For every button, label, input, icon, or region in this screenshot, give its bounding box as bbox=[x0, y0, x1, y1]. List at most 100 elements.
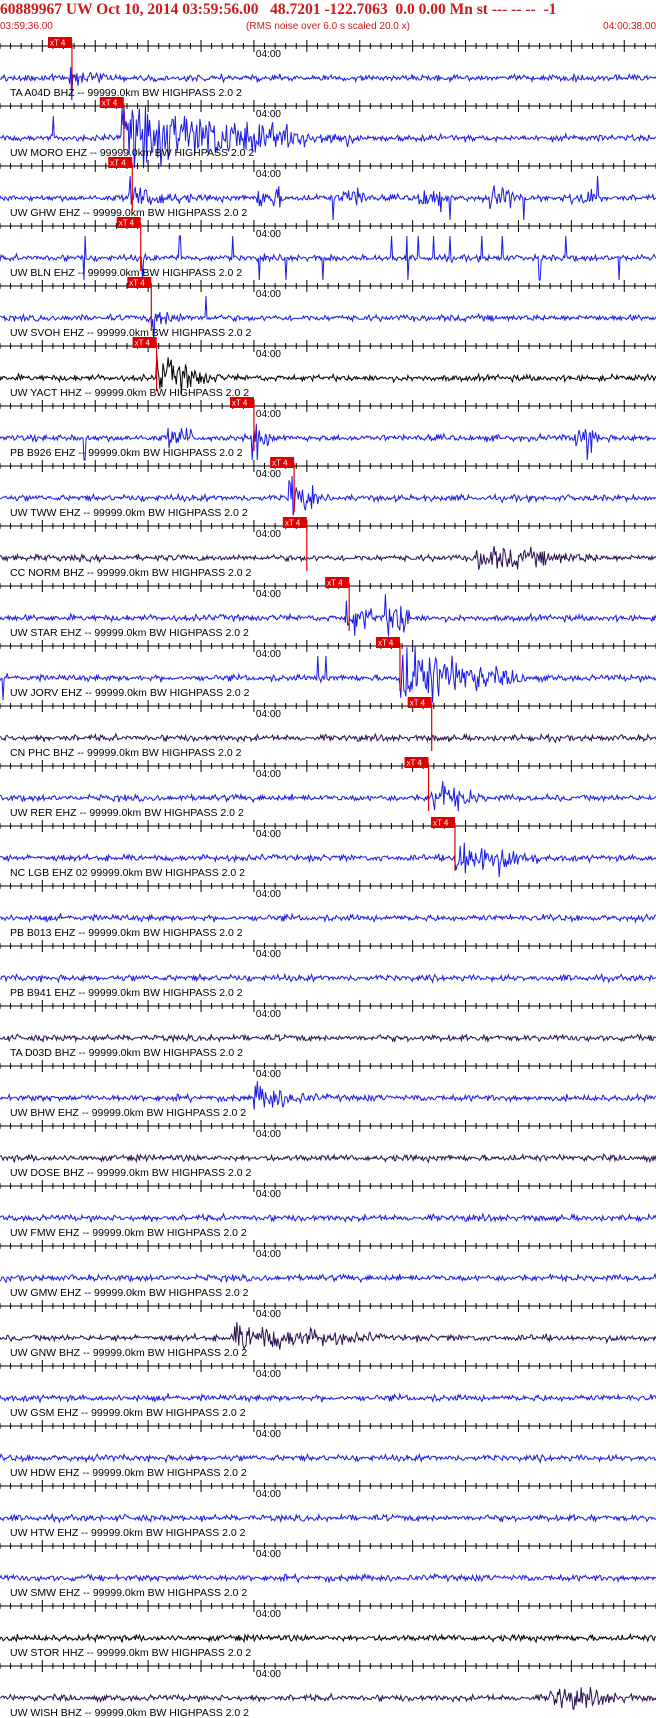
pick-label: xT 4 bbox=[135, 339, 151, 348]
trace-row: 04:00 xT 4 UW YACT HHZ -- 99999.0km BW HIG… bbox=[0, 337, 656, 399]
station-label: UW RER EHZ -- 99999.0km BW HIGHPASS 2.0 … bbox=[10, 807, 244, 819]
pick-label: xT 4 bbox=[410, 699, 426, 708]
pick-label: xT 4 bbox=[119, 219, 135, 228]
seismogram-trace bbox=[0, 1452, 656, 1464]
tick-label: 04:00 bbox=[256, 1069, 281, 1080]
station-label: UW SMW EHZ -- 99999.0km BW HIGHPASS 2.0 … bbox=[10, 1587, 247, 1599]
trace-row: 04:00 UW STOR HHZ -- 99999.0km BW HIGHPAS… bbox=[0, 1600, 656, 1659]
seismogram-trace bbox=[0, 972, 656, 984]
seismogram-trace bbox=[0, 1272, 656, 1284]
pick-label: xT 4 bbox=[129, 279, 145, 288]
station-label: PB B013 EHZ -- 99999.0km BW HIGHPASS 2.0… bbox=[10, 927, 243, 939]
tick-label: 04:00 bbox=[256, 769, 281, 780]
tick-label: 04:00 bbox=[256, 589, 281, 600]
tick-label: 04:00 bbox=[256, 1009, 281, 1020]
tick-label: 04:00 bbox=[256, 1429, 281, 1440]
tick-label: 04:00 bbox=[256, 49, 281, 60]
seismogram-trace bbox=[0, 1032, 656, 1044]
trace-row: 04:00 UW SMW EHZ -- 99999.0km BW HIGHPASS… bbox=[0, 1540, 656, 1599]
trace-row: 04:00 UW GSM EHZ -- 99999.0km BW HIGHPASS… bbox=[0, 1360, 656, 1419]
pick-label: xT 4 bbox=[285, 519, 301, 528]
station-label: PB B941 EHZ -- 99999.0km BW HIGHPASS 2.0… bbox=[10, 987, 243, 999]
trace-row: 04:00xT 4UW GHW EHZ -- 99999.0km BW HIGH… bbox=[0, 157, 656, 221]
tick-label: 04:00 bbox=[256, 1249, 281, 1260]
pick-label: xT 4 bbox=[232, 399, 248, 408]
tick-label: 04:00 bbox=[256, 1669, 281, 1680]
pick-label: xT 4 bbox=[407, 759, 423, 768]
trace-row: 04:00 xT 4 UW BLN EHZ -- 99999.0km BW HIGH… bbox=[0, 217, 656, 281]
trace-row: 04:00 UW GMW EHZ -- 99999.0km BW HIGHPASS… bbox=[0, 1240, 656, 1299]
station-label: UW BLN EHZ -- 99999.0km BW HIGHPASS 2.0 … bbox=[10, 267, 242, 279]
seismogram-trace bbox=[0, 1081, 656, 1110]
tick-label: 04:00 bbox=[256, 1369, 281, 1380]
tick-label: 04:00 bbox=[256, 889, 281, 900]
trace-row: 04:00 xT 4 CC NORM BHZ -- 99999.0km BW HIG… bbox=[0, 517, 656, 579]
station-label: TA D03D BHZ -- 99999.0km BW HIGHPASS 2.0… bbox=[10, 1047, 243, 1059]
end-time: 04:00:38.00 bbox=[603, 21, 656, 32]
seismogram-trace bbox=[0, 1152, 656, 1164]
trace-row: 04:00xT 4UW MORO EHZ -- 99999.0km BW HIG… bbox=[0, 97, 656, 169]
tick-label: 04:00 bbox=[256, 409, 281, 420]
trace-row: 04:00 xT 4 UW RER EHZ -- 99999.0km BW HIGH… bbox=[0, 757, 656, 819]
station-label: CC NORM BHZ -- 99999.0km BW HIGHPASS 2.0… bbox=[10, 567, 252, 579]
seismogram-trace bbox=[0, 1572, 656, 1584]
station-label: UW SVOH EHZ -- 99999.0km BW HIGHPASS 2.0… bbox=[10, 327, 252, 339]
station-label: UW JORV EHZ -- 99999.0km BW HIGHPASS 2.0… bbox=[10, 687, 250, 699]
pick-label: xT 4 bbox=[102, 99, 118, 108]
pick-label: xT 4 bbox=[433, 819, 449, 828]
tick-label: 04:00 bbox=[256, 1129, 281, 1140]
scaling-note: (RMS noise over 6.0 s scaled 20.0 x) bbox=[246, 21, 410, 32]
tick-label: 04:00 bbox=[256, 649, 281, 660]
seismogram-trace bbox=[0, 732, 656, 744]
trace-row: 04:00 PB B013 EHZ -- 99999.0km BW HIGHPAS… bbox=[0, 880, 656, 939]
trace-row: 04:00xT 4 UW TWW EHZ -- 99999.0km BW HIGH… bbox=[0, 457, 656, 519]
tick-label: 04:00 bbox=[256, 349, 281, 360]
trace-row: 04:00 xT 4 UW JORV EHZ -- 99999.0km BW HIG… bbox=[0, 637, 656, 703]
trace-row: 04:00 UW BHW EHZ -- 99999.0km BW HIGHPASS… bbox=[0, 1060, 656, 1119]
tick-label: 04:00 bbox=[256, 829, 281, 840]
tick-label: 04:00 bbox=[256, 949, 281, 960]
station-label: UW BHW EHZ -- 99999.0km BW HIGHPASS 2.0 … bbox=[10, 1107, 246, 1119]
trace-row: 04:00 TA D03D BHZ -- 99999.0km BW HIGHPAS… bbox=[0, 1000, 656, 1059]
station-label: UW YACT HHZ -- 99999.0km BW HIGHPASS 2.0… bbox=[10, 387, 249, 399]
seismogram-trace bbox=[0, 1392, 656, 1404]
pick-label: xT 4 bbox=[272, 459, 288, 468]
station-label: UW TWW EHZ -- 99999.0km BW HIGHPASS 2.0 … bbox=[10, 507, 248, 519]
trace-row: 04:00 xT 4 NC LGB EHZ 02 99999.0km BW HIGH… bbox=[0, 817, 656, 879]
station-label: UW HDW EHZ -- 99999.0km BW HIGHPASS 2.0 … bbox=[10, 1467, 247, 1479]
tick-label: 04:00 bbox=[256, 709, 281, 720]
tick-label: 04:00 bbox=[256, 1549, 281, 1560]
station-label: UW GMW EHZ -- 99999.0km BW HIGHPASS 2.0 … bbox=[10, 1287, 249, 1299]
trace-row: 04:00 UW HDW EHZ -- 99999.0km BW HIGHPASS… bbox=[0, 1420, 656, 1479]
trace-row: 04:00 xT 4 PB B926 EHZ -- 99999.0km BW HIG… bbox=[0, 397, 656, 461]
tick-label: 04:00 bbox=[256, 169, 281, 180]
trace-row: 04:00 UW WISH BHZ -- 99999.0km BW HIGHPAS… bbox=[0, 1660, 656, 1718]
station-label: UW STAR EHZ -- 99999.0km BW HIGHPASS 2.0… bbox=[10, 627, 249, 639]
trace-row: 04:00 xT 4 UW SVOH EHZ -- 99999.0km BW HIG… bbox=[0, 277, 656, 341]
seismogram-plot: 04:00xT 4TA A04D BHZ -- 99999.0km BW HIG… bbox=[0, 37, 656, 1718]
station-label: NC LGB EHZ 02 99999.0km BW HIGHPASS 2.0 … bbox=[10, 867, 245, 879]
trace-row: 04:00 PB B941 EHZ -- 99999.0km BW HIGHPAS… bbox=[0, 940, 656, 999]
station-label: UW HTW EHZ -- 99999.0km BW HIGHPASS 2.0 … bbox=[10, 1527, 246, 1539]
station-label: CN PHC BHZ -- 99999.0km BW HIGHPASS 2.0 … bbox=[10, 747, 242, 759]
trace-row: 04:00 UW GNW BHZ -- 99999.0km BW HIGHPASS… bbox=[0, 1300, 656, 1359]
station-label: UW FMW EHZ -- 99999.0km BW HIGHPASS 2.0 … bbox=[10, 1227, 247, 1239]
tick-label: 04:00 bbox=[256, 1189, 281, 1200]
tick-label: 04:00 bbox=[256, 1489, 281, 1500]
station-label: UW GNW BHZ -- 99999.0km BW HIGHPASS 2.0 … bbox=[10, 1347, 247, 1359]
trace-row: 04:00 xT 4 CN PHC BHZ -- 99999.0km BW HIGH… bbox=[0, 697, 656, 759]
trace-row: 04:00 xT 4 TA A04D BHZ -- 99999.0km BW HIG… bbox=[0, 37, 656, 101]
plot-header: 60889967 UW Oct 10, 2014 03:59:56.00 48.… bbox=[0, 0, 656, 36]
trace-row: 04:00 xT 4 UW STAR EHZ -- 99999.0km BW HIG… bbox=[0, 577, 656, 639]
trace-row: 04:00 UW FMW EHZ -- 99999.0km BW HIGHPASS… bbox=[0, 1180, 656, 1239]
seismogram-trace bbox=[0, 1321, 656, 1351]
seismogram-trace bbox=[0, 912, 656, 924]
station-label: TA A04D BHZ -- 99999.0km BW HIGHPASS 2.0… bbox=[10, 87, 242, 99]
station-label: UW DOSE BHZ -- 99999.0km BW HIGHPASS 2.0… bbox=[10, 1167, 252, 1179]
pick-label: xT 4 bbox=[50, 39, 66, 48]
tick-label: 04:00 bbox=[256, 529, 281, 540]
station-label: UW WISH BHZ -- 99999.0km BW HIGHPASS 2.0… bbox=[10, 1707, 249, 1718]
pick-label: xT 4 bbox=[378, 639, 394, 648]
station-label: PB B926 EHZ -- 99999.0km BW HIGHPASS 2.0… bbox=[10, 447, 243, 459]
seismogram-trace bbox=[0, 1212, 656, 1223]
